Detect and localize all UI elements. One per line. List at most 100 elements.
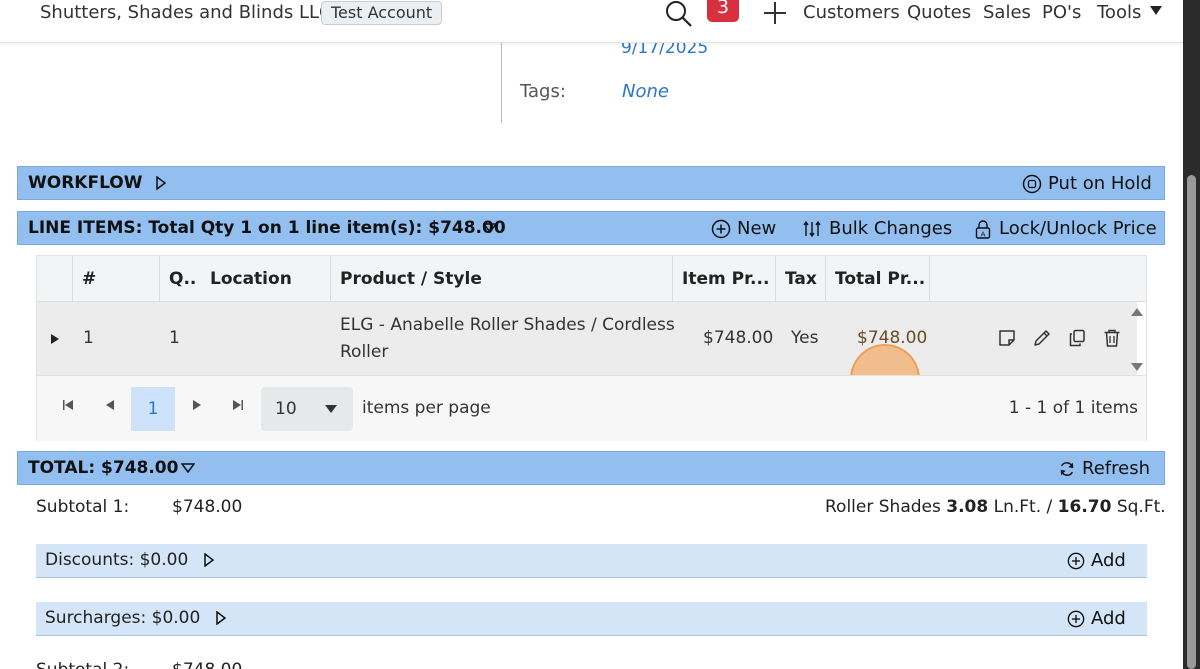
svg-text:A: A — [981, 230, 986, 238]
caret-right-icon[interactable] — [216, 611, 226, 625]
page-scroll-thumb[interactable] — [1187, 175, 1196, 669]
bulk-arrows-icon — [803, 220, 821, 237]
subtotal-label: Subtotal 1: — [36, 497, 130, 517]
sq-ft-value: 16.70 — [1057, 497, 1112, 517]
discounts-title: Discounts: $0.00 — [45, 550, 189, 570]
add-surcharge-button[interactable]: Add — [1067, 608, 1126, 629]
grid-scroll-down[interactable] — [1131, 363, 1143, 371]
sq-ft-unit: Sq.Ft. — [1116, 497, 1166, 517]
total-bar[interactable]: TOTAL: $748.00 Refresh — [17, 451, 1165, 485]
nav-sales[interactable]: Sales — [983, 2, 1031, 23]
col-actions — [929, 256, 1146, 302]
new-line-item-button[interactable]: New — [711, 218, 776, 239]
col-tax[interactable]: Tax — [775, 256, 825, 302]
refresh-button[interactable]: Refresh — [1058, 458, 1150, 479]
lock-unlock-label: Lock/Unlock Price — [999, 218, 1157, 239]
refresh-label: Refresh — [1082, 458, 1150, 479]
col-number[interactable]: # — [72, 256, 159, 302]
notification-badge[interactable]: 3 — [707, 0, 739, 22]
surcharges-title: Surcharges: $0.00 — [45, 608, 201, 628]
pencil-icon[interactable] — [1032, 328, 1052, 348]
line-items-bar[interactable]: LINE ITEMS: Total Qty 1 on 1 line item(s… — [17, 211, 1165, 245]
workflow-title: WORKFLOW — [28, 173, 143, 193]
caret-right-icon[interactable] — [204, 553, 214, 567]
bulk-changes-label: Bulk Changes — [829, 218, 953, 239]
measure-summary: Roller Shades 3.08 Ln.Ft. / 16.70 Sq.Ft. — [825, 497, 1166, 517]
caret-down-icon[interactable] — [181, 463, 195, 473]
row-qty: 1 — [169, 328, 180, 348]
expand-row-icon[interactable] — [51, 334, 59, 344]
subtotal2-label: Subtotal 2: — [36, 660, 129, 669]
add-discount-button[interactable]: Add — [1067, 550, 1126, 571]
put-on-hold-button[interactable]: Put on Hold — [1022, 173, 1152, 194]
total-title: TOTAL: $748.00 — [28, 458, 179, 478]
put-on-hold-label: Put on Hold — [1048, 173, 1152, 194]
col-product-style[interactable]: Product / Style — [330, 256, 672, 302]
plus-circle-icon — [1067, 552, 1085, 569]
row-product-line1: ELG - Anabelle Roller Shades / Cordless — [340, 315, 675, 335]
current-page[interactable]: 1 — [131, 387, 175, 431]
first-page-icon[interactable] — [63, 400, 73, 410]
row-total-price[interactable]: $748.00 — [857, 328, 927, 348]
caret-down-icon[interactable] — [483, 223, 497, 233]
pager-info: 1 - 1 of 1 items — [1008, 398, 1138, 418]
nav-tools[interactable]: Tools — [1097, 2, 1141, 23]
pause-circle-icon — [1022, 174, 1042, 193]
plus-icon[interactable] — [762, 0, 788, 26]
chevron-down-icon — [325, 405, 337, 413]
details-divider — [501, 43, 502, 123]
line-items-title: LINE ITEMS: Total Qty 1 on 1 line item(s… — [28, 218, 506, 238]
surcharges-bar[interactable]: Surcharges: $0.00 Add — [36, 602, 1147, 636]
caret-down-icon[interactable] — [1150, 6, 1162, 16]
page-scrollbar[interactable] — [1183, 0, 1200, 669]
next-page-icon[interactable] — [193, 400, 201, 410]
caret-right-icon[interactable] — [156, 176, 166, 190]
last-page-icon[interactable] — [233, 400, 243, 410]
col-qty[interactable]: Q.. — [159, 256, 201, 302]
grid-scroll-up[interactable] — [1131, 308, 1143, 316]
lock-icon: A — [975, 219, 991, 239]
table-row[interactable]: 1 1 ELG - Anabelle Roller Shades / Cordl… — [37, 302, 1137, 414]
col-total-price[interactable]: Total Pr... — [825, 256, 929, 302]
row-tax: Yes — [791, 328, 819, 348]
lock-unlock-price-button[interactable]: A Lock/Unlock Price — [973, 218, 1157, 239]
new-label: New — [737, 218, 777, 239]
row-number: 1 — [83, 328, 94, 348]
page-size-value: 10 — [275, 399, 297, 419]
add-discount-label: Add — [1091, 550, 1126, 571]
discounts-bar[interactable]: Discounts: $0.00 Add — [36, 544, 1147, 578]
prev-page-icon[interactable] — [106, 400, 114, 410]
note-icon[interactable] — [997, 328, 1017, 348]
page-size-label: items per page — [362, 398, 491, 418]
col-item-price[interactable]: Item Pr... — [672, 256, 775, 302]
workflow-bar[interactable]: WORKFLOW Put on Hold — [17, 166, 1165, 200]
page-size-select[interactable]: 10 — [261, 387, 353, 431]
ln-ft-value: 3.08 — [946, 497, 989, 517]
grid-header: # Q.. Location Product / Style Item Pr..… — [37, 256, 1146, 302]
subtotal2-value: $748.00 — [172, 660, 242, 669]
subtotal-value: $748.00 — [172, 497, 243, 517]
trash-icon[interactable] — [1102, 328, 1122, 348]
nav-quotes[interactable]: Quotes — [907, 2, 971, 23]
grid-pager: 1 10 items per page 1 - 1 of 1 items — [37, 375, 1146, 441]
row-item-price: $748.00 — [703, 328, 774, 348]
top-navbar: Shutters, Shades and Blinds LLC Test Acc… — [0, 0, 1183, 43]
add-surcharge-label: Add — [1091, 608, 1126, 629]
copy-icon[interactable] — [1067, 328, 1087, 348]
search-icon[interactable] — [664, 0, 694, 28]
plus-circle-icon — [711, 219, 731, 238]
nav-pos[interactable]: PO's — [1042, 2, 1081, 23]
line-items-grid: # Q.. Location Product / Style Item Pr..… — [36, 255, 1147, 441]
measure-product: Roller Shades — [825, 497, 941, 517]
ln-ft-unit: Ln.Ft. / — [993, 497, 1053, 517]
row-product-line2: Roller — [340, 342, 389, 362]
nav-customers[interactable]: Customers — [803, 2, 900, 23]
account-badge: Test Account — [321, 1, 443, 25]
bulk-changes-button[interactable]: Bulk Changes — [803, 218, 952, 239]
col-location[interactable]: Location — [201, 256, 330, 302]
plus-circle-icon — [1067, 610, 1085, 627]
refresh-icon — [1060, 461, 1074, 476]
tags-label: Tags: — [520, 81, 566, 102]
company-name[interactable]: Shutters, Shades and Blinds LLC — [40, 2, 332, 23]
tags-value[interactable]: None — [622, 81, 669, 102]
